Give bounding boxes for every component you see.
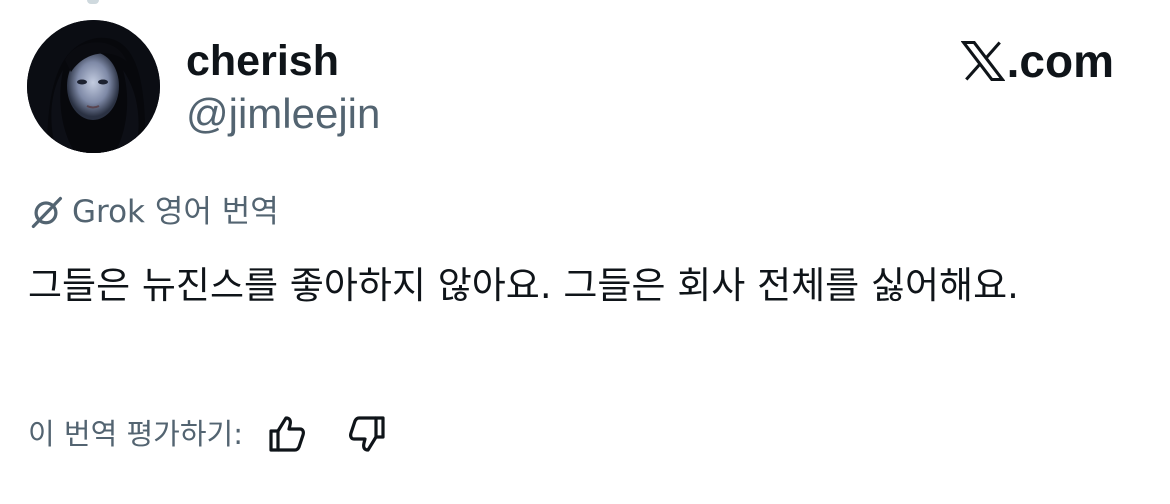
x-logo-icon (960, 40, 1005, 82)
translation-header[interactable]: Grok 영어 번역 (28, 190, 279, 234)
avatar-photo (27, 20, 160, 153)
brand-logo: .com (960, 34, 1114, 88)
translation-rating: 이 번역 평가하기: (28, 410, 391, 458)
scroll-indicator (87, 0, 99, 4)
grok-icon (31, 196, 63, 229)
display-name[interactable]: cherish (186, 36, 339, 86)
thumbs-down-icon (348, 416, 385, 452)
rating-prompt: 이 번역 평가하기: (28, 417, 243, 451)
thumbs-up-button[interactable] (263, 410, 311, 458)
thumbs-down-button[interactable] (343, 410, 391, 458)
thumbs-up-icon (269, 416, 305, 452)
brand-text: .com (1006, 35, 1114, 87)
avatar[interactable] (27, 20, 160, 153)
translation-label: Grok 영어 번역 (72, 194, 279, 230)
tweet-text: 그들은 뉴진스를 좋아하지 않아요. 그들은 회사 전체를 싫어해요. (28, 264, 1019, 307)
user-handle[interactable]: @jimleejin (186, 89, 380, 139)
